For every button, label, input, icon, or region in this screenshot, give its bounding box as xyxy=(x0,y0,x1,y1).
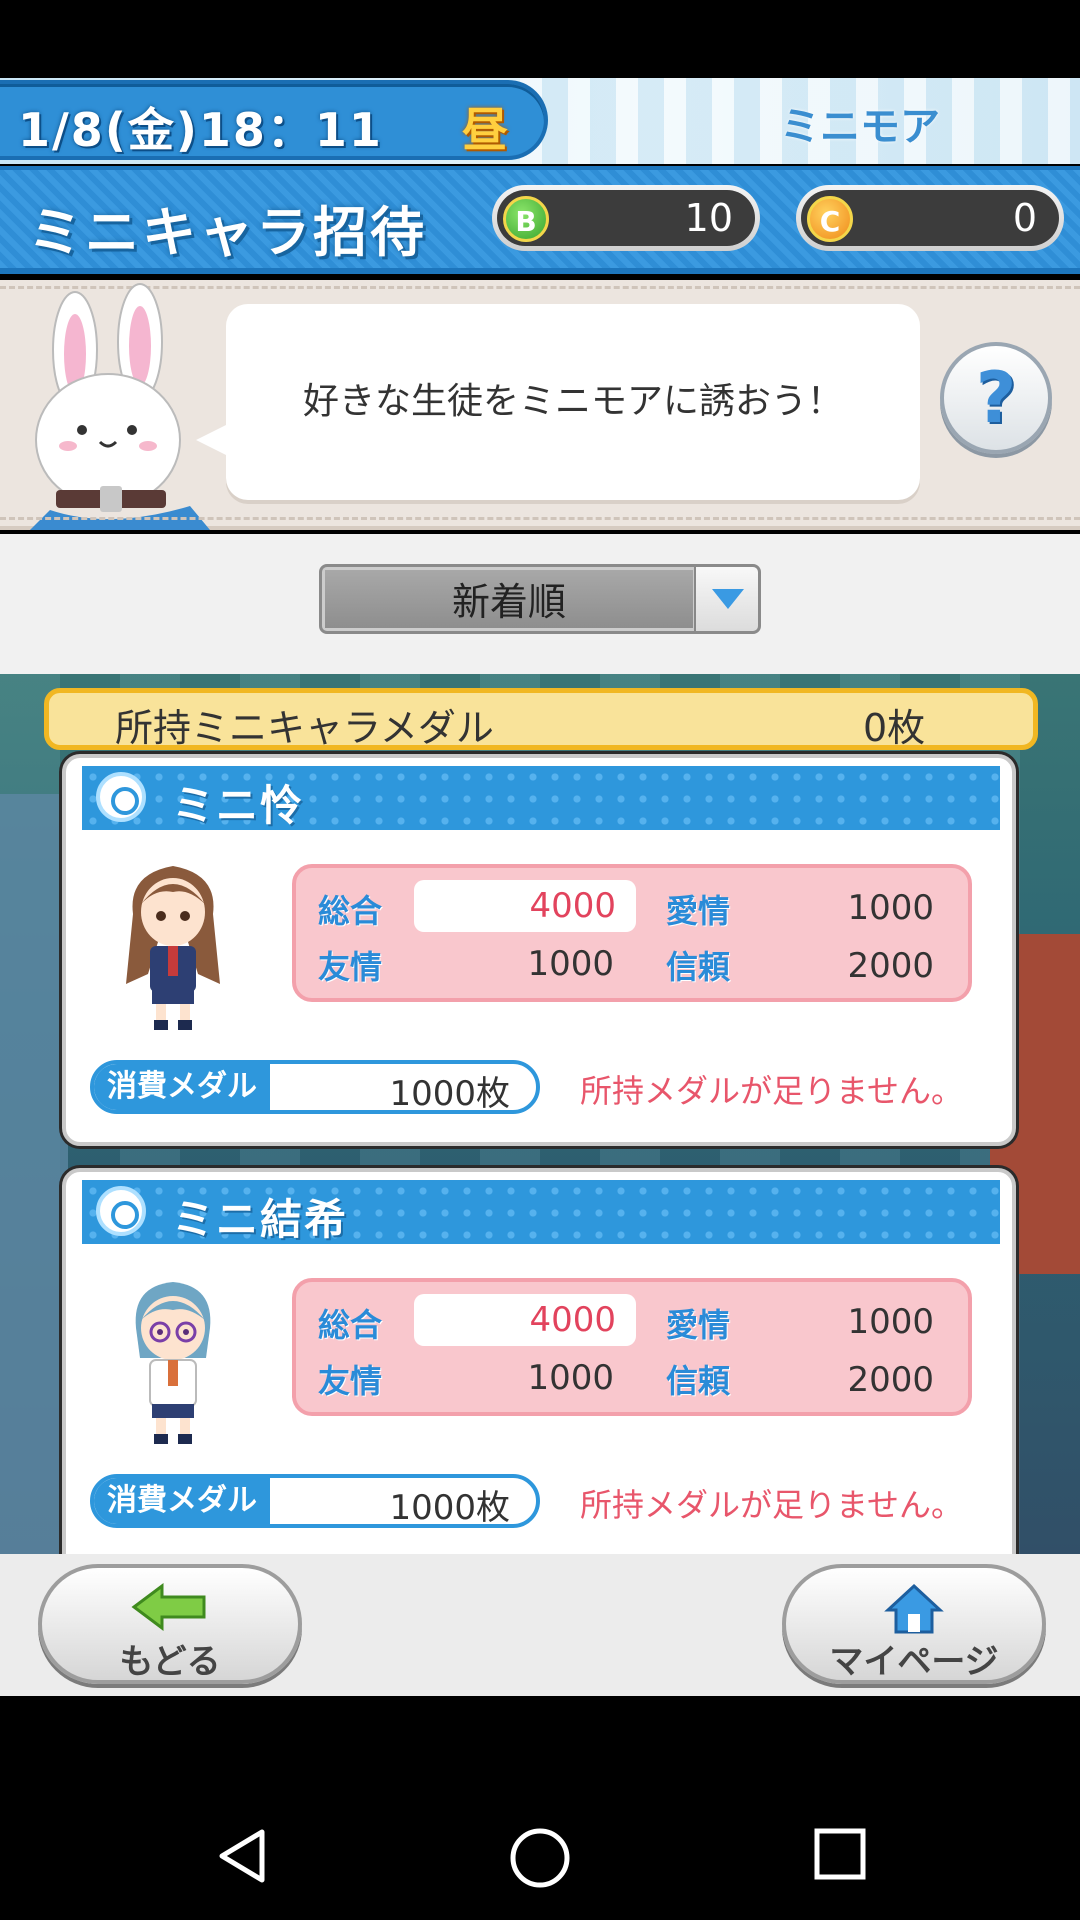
location-name: ミニモア xyxy=(780,104,940,150)
friendship-label: 友情 xyxy=(318,1362,383,1400)
love-value: 1000 xyxy=(847,1302,934,1342)
page-title: ミニキャラ招待 xyxy=(28,201,427,264)
rose-icon xyxy=(96,1186,146,1236)
owned-medals-value: 0枚 xyxy=(863,706,926,750)
total-value-box: 4000 xyxy=(414,880,636,932)
insufficient-medals-warning: 所持メダルが足りません。 xyxy=(580,1072,964,1110)
sort-dropdown[interactable]: 新着順 xyxy=(319,564,761,634)
c-currency-counter: C 0 xyxy=(796,185,1064,251)
character-card[interactable]: ミニ結希 総合 4000 愛情 1000 友情 1000 信頼 2000 消費メ… xyxy=(62,1168,1016,1554)
system-back-icon[interactable] xyxy=(212,1826,272,1886)
date-bar: 1/8(金)18：11 昼 ミニモア xyxy=(0,78,1080,164)
love-label: 愛情 xyxy=(666,892,731,930)
b-currency-counter: B 10 xyxy=(492,185,760,251)
sort-dropdown-toggle[interactable] xyxy=(694,567,758,631)
medal-cost-label: 消費メダル xyxy=(94,1478,270,1524)
owned-medals-bar: 所持ミニキャラメダル 0枚 xyxy=(44,688,1038,750)
total-value: 4000 xyxy=(529,1300,616,1340)
system-recents-icon[interactable] xyxy=(812,1826,868,1882)
character-name: ミニ怜 xyxy=(172,781,305,830)
card-header: ミニ怜 xyxy=(82,766,1000,830)
guide-speech-area: 好きな生徒をミニモアに誘おう！ ? xyxy=(0,280,1080,530)
back-button-label: もどる xyxy=(119,1642,221,1682)
bottom-navigation: もどる マイページ xyxy=(0,1554,1080,1696)
medal-cost-value: 1000枚 xyxy=(389,1488,510,1528)
character-list[interactable]: 所持ミニキャラメダル 0枚 ミニ怜 総合 4000 愛情 1000 友情 100… xyxy=(0,674,1080,1554)
back-arrow-icon xyxy=(131,1583,206,1631)
status-bar xyxy=(0,0,1080,78)
stats-panel: 総合 4000 愛情 1000 友情 1000 信頼 2000 xyxy=(292,1278,972,1416)
system-navigation-bar xyxy=(0,1696,1080,1920)
sort-selected-label: 新着順 xyxy=(322,567,696,631)
speech-bubble: 好きな生徒をミニモアに誘おう！ xyxy=(196,304,920,500)
total-label: 総合 xyxy=(318,1306,383,1344)
date-time-text: 1/8(金)18：11 xyxy=(18,103,383,157)
trust-value: 2000 xyxy=(847,946,934,986)
medal-cost-label: 消費メダル xyxy=(94,1064,270,1110)
date-time-pill: 1/8(金)18：11 昼 xyxy=(0,80,548,160)
help-button[interactable]: ? xyxy=(940,342,1052,454)
character-card[interactable]: ミニ怜 総合 4000 愛情 1000 友情 1000 信頼 2000 消費メダ… xyxy=(62,754,1016,1146)
character-avatar xyxy=(126,866,220,1030)
medal-cost-value: 1000枚 xyxy=(389,1074,510,1114)
system-home-icon[interactable] xyxy=(508,1826,572,1890)
question-mark-icon: ? xyxy=(975,357,1017,439)
total-value: 4000 xyxy=(529,886,616,926)
friendship-label: 友情 xyxy=(318,948,383,986)
medal-cost-bar: 消費メダル 1000枚 xyxy=(90,1474,540,1528)
c-currency-value: 0 xyxy=(1012,196,1037,240)
love-label: 愛情 xyxy=(666,1306,731,1344)
character-name: ミニ結希 xyxy=(172,1195,349,1244)
chevron-down-icon xyxy=(712,589,744,609)
sort-area: 新着順 xyxy=(0,534,1080,674)
friendship-value: 1000 xyxy=(527,1358,614,1398)
guide-message: 好きな生徒をミニモアに誘おう！ xyxy=(302,381,843,422)
trust-label: 信頼 xyxy=(666,1362,731,1400)
trust-value: 2000 xyxy=(847,1360,934,1400)
mypage-button[interactable]: マイページ xyxy=(782,1564,1046,1684)
b-coin-icon: B xyxy=(503,196,549,242)
medal-cost-bar: 消費メダル 1000枚 xyxy=(90,1060,540,1114)
character-avatar xyxy=(135,1282,211,1444)
owned-medals-label: 所持ミニキャラメダル xyxy=(115,706,494,750)
trust-label: 信頼 xyxy=(666,948,731,986)
title-bar: ミニキャラ招待 B 10 C 0 xyxy=(0,166,1080,274)
insufficient-medals-warning: 所持メダルが足りません。 xyxy=(580,1486,964,1524)
love-value: 1000 xyxy=(847,888,934,928)
rabbit-mascot-icon xyxy=(30,283,210,530)
back-button[interactable]: もどる xyxy=(38,1564,302,1684)
total-label: 総合 xyxy=(318,892,383,930)
friendship-value: 1000 xyxy=(527,944,614,984)
total-value-box: 4000 xyxy=(414,1294,636,1346)
daytime-indicator: 昼 xyxy=(462,103,508,157)
mypage-button-label: マイページ xyxy=(829,1642,999,1682)
b-currency-value: 10 xyxy=(684,196,733,240)
card-header: ミニ結希 xyxy=(82,1180,1000,1244)
stats-panel: 総合 4000 愛情 1000 友情 1000 信頼 2000 xyxy=(292,864,972,1002)
rose-icon xyxy=(96,772,146,822)
c-coin-icon: C xyxy=(807,196,853,242)
home-icon xyxy=(884,1583,944,1634)
